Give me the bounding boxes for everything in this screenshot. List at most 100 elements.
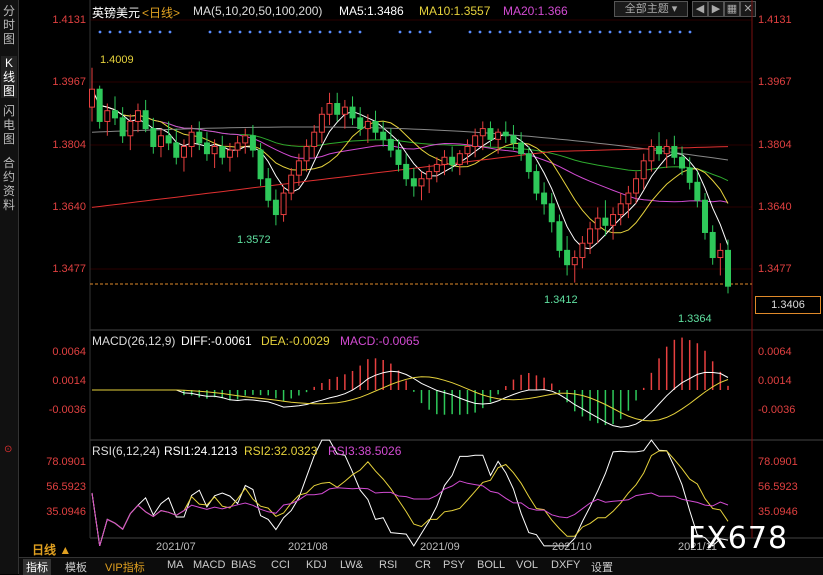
candle-down [111, 110, 118, 119]
candle-up [617, 203, 624, 216]
tb-settings[interactable]: 设置 [591, 559, 613, 575]
candle-down [564, 249, 571, 266]
signal-dot [318, 30, 322, 34]
fx678-watermark: FX678 [688, 521, 789, 556]
candle-up [426, 171, 433, 180]
candle-down [602, 217, 609, 226]
indicator-toolbar: 指标 模板 VIP指标 MA MACD BIAS CCI KDJ LW& RSI… [19, 557, 823, 575]
signal-dot [468, 30, 472, 34]
signal-dot [328, 30, 332, 34]
tb-cci[interactable]: CCI [271, 559, 290, 571]
signal-dot [628, 30, 632, 34]
signal-dots [98, 30, 692, 34]
candle-up [288, 174, 295, 194]
signal-dot [658, 30, 662, 34]
candle-down [119, 117, 126, 137]
tb-dxfy[interactable]: DXFY [551, 559, 580, 571]
price-tick-left-2: 1.3967 [52, 76, 86, 88]
tb-vol[interactable]: VOL [516, 559, 538, 571]
candle-up [663, 146, 670, 155]
candle-down [709, 231, 716, 259]
signal-dot [548, 30, 552, 34]
candle-up [633, 178, 640, 194]
tb-ma[interactable]: MA [167, 559, 184, 571]
signal-dot [558, 30, 562, 34]
candle-down [410, 178, 417, 187]
tb-lw[interactable]: LW& [340, 559, 363, 571]
signal-dot [648, 30, 652, 34]
signal-dot [228, 30, 232, 34]
candle-up [472, 135, 479, 148]
candle-up [157, 135, 164, 148]
candle-down [387, 138, 394, 151]
candle-down [196, 131, 203, 144]
candle-down [249, 135, 256, 151]
candle-down [257, 149, 264, 180]
signal-dot [118, 30, 122, 34]
macd-tick-left-3: -0.0036 [48, 404, 86, 416]
candle-up [341, 106, 348, 115]
signal-dot [158, 30, 162, 34]
macd-tick-right-1: 0.0064 [758, 346, 792, 358]
candle-up [295, 160, 302, 176]
chart-canvas[interactable] [0, 0, 823, 574]
candle-up [418, 178, 425, 187]
candle-up [587, 228, 594, 244]
signal-dot [608, 30, 612, 34]
signal-dot [508, 30, 512, 34]
candle-down [686, 167, 693, 183]
price-tick-left-4: 1.3640 [52, 201, 86, 213]
candle-up [610, 214, 617, 226]
tb-kdj[interactable]: KDJ [306, 559, 327, 571]
candle-up [242, 135, 249, 144]
signal-dot [358, 30, 362, 34]
rsi-tick-left-2: 56.5923 [46, 481, 86, 493]
candle-up [495, 131, 502, 140]
candle-down [349, 106, 356, 119]
tb-rsi[interactable]: RSI [379, 559, 397, 571]
tb-boll[interactable]: BOLL [477, 559, 505, 571]
rsi-settings-icon[interactable]: ⊙ [4, 444, 12, 455]
signal-dot [498, 30, 502, 34]
annotation-low-2: 1.3412 [544, 294, 578, 306]
tb-bias[interactable]: BIAS [231, 559, 256, 571]
signal-dot [168, 30, 172, 34]
candle-down [395, 149, 402, 165]
tb-psy[interactable]: PSY [443, 559, 465, 571]
candle-down [679, 156, 686, 169]
tb-indicators[interactable]: 指标 [23, 559, 51, 575]
candle-down [510, 135, 517, 144]
tb-cr[interactable]: CR [415, 559, 431, 571]
signal-dot [668, 30, 672, 34]
candle-up [104, 110, 111, 122]
signal-dot [568, 30, 572, 34]
candle-up [364, 120, 371, 130]
rsi-tick-left-3: 35.0946 [46, 506, 86, 518]
signal-dot [588, 30, 592, 34]
candle-down [265, 178, 272, 201]
price-tick-left-5: 1.3477 [52, 263, 86, 275]
tb-macd[interactable]: MACD [193, 559, 225, 571]
signal-dot [258, 30, 262, 34]
candle-down [556, 221, 563, 251]
rsi2-line [91, 450, 729, 547]
macd-diff: DIFF:-0.0061 [181, 334, 252, 348]
signal-dot [338, 30, 342, 34]
price-tick-left-1: 1.4131 [52, 14, 86, 26]
candle-down [219, 146, 226, 158]
ma20-line [91, 88, 729, 203]
date-label-3: 2021/09 [420, 541, 460, 553]
signal-dot [238, 30, 242, 34]
period-switch[interactable]: 日线 ▲ [32, 541, 71, 558]
signal-dot [678, 30, 682, 34]
tb-templates[interactable]: 模板 [65, 559, 87, 575]
candle-up [640, 160, 647, 180]
candle-down [403, 163, 410, 180]
candlestick-series [89, 67, 731, 294]
tb-vip-indicators[interactable]: VIP指标 [105, 559, 145, 575]
current-price-box: 1.3406 [755, 296, 821, 314]
macd-diff-line [92, 370, 729, 428]
signal-dot [638, 30, 642, 34]
candle-up [456, 153, 463, 165]
candle-down [165, 135, 172, 144]
